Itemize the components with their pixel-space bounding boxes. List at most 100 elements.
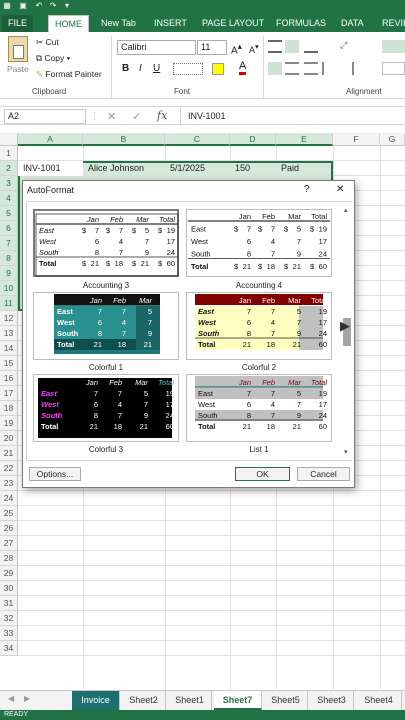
row-header[interactable]: 14: [0, 341, 18, 356]
row-header[interactable]: 12: [0, 311, 18, 326]
underline-button[interactable]: U: [153, 63, 160, 74]
font-name-select[interactable]: Calibri: [117, 40, 196, 55]
column-header-e[interactable]: E: [276, 133, 333, 146]
shrink-font-icon[interactable]: A▾: [249, 42, 259, 55]
tab-data[interactable]: DATA: [335, 15, 370, 32]
align-center-icon[interactable]: [285, 62, 299, 75]
sheet-tab-sheet1[interactable]: Sheet1: [168, 691, 212, 710]
tab-new-tab[interactable]: New Tab: [95, 15, 142, 32]
row-header[interactable]: 22: [0, 461, 18, 476]
row-header[interactable]: 1: [0, 146, 18, 161]
insert-function-icon[interactable]: fx: [157, 109, 167, 122]
row-header[interactable]: 32: [0, 611, 18, 626]
cell-d2[interactable]: 150: [230, 161, 276, 176]
tab-review[interactable]: REVIEW: [376, 15, 405, 32]
format-colorful-2[interactable]: Jan Feb Mar Total East 7 7 5 19 West 6 4 7 17 South 8 7 9…: [186, 292, 332, 360]
format-colorful-3[interactable]: Jan Feb Mar Total East 7 7 5 19 West 6 4 7 17 South 8 7 9…: [33, 374, 179, 442]
cell-e2[interactable]: Paid: [276, 161, 333, 176]
sheet-tab-sheet4[interactable]: Sheet4: [356, 691, 402, 710]
tab-insert[interactable]: INSERT: [148, 15, 193, 32]
bold-button[interactable]: B: [122, 63, 129, 74]
row-header[interactable]: 18: [0, 401, 18, 416]
row-header[interactable]: 5: [0, 206, 18, 221]
sheet-tab-sheet5[interactable]: Sheet5: [264, 691, 308, 710]
row-header[interactable]: 17: [0, 386, 18, 401]
sheet-tab-sheet7[interactable]: Sheet7: [214, 691, 262, 710]
tab-page-layout[interactable]: PAGE LAYOUT: [196, 15, 270, 32]
help-icon[interactable]: ?: [304, 184, 310, 195]
wrap-text-icon[interactable]: [382, 40, 405, 53]
paste-icon[interactable]: [8, 36, 28, 62]
row-header[interactable]: 4: [0, 191, 18, 206]
merge-center-icon[interactable]: [382, 62, 405, 75]
formula-input[interactable]: INV-1001: [188, 111, 226, 121]
font-color-icon[interactable]: A: [239, 61, 247, 75]
grow-font-icon[interactable]: A▴: [231, 41, 242, 56]
cell-c2[interactable]: 5/1/2025: [165, 161, 230, 176]
cancel-icon[interactable]: ✕: [107, 110, 116, 123]
row-header[interactable]: 23: [0, 476, 18, 491]
select-all-corner[interactable]: [0, 133, 18, 146]
format-colorful-1[interactable]: Jan Feb Mar Total East 7 7 5 19 West 6 4 7 17 South 8 7 9…: [33, 292, 179, 360]
row-header[interactable]: 6: [0, 221, 18, 236]
row-header[interactable]: 31: [0, 596, 18, 611]
customize-toolbar-icon[interactable]: ▾: [62, 1, 72, 11]
undo-icon[interactable]: ↶: [34, 1, 44, 11]
row-header[interactable]: 15: [0, 356, 18, 371]
row-header[interactable]: 25: [0, 506, 18, 521]
close-icon[interactable]: ✕: [336, 184, 344, 195]
align-right-icon[interactable]: [304, 62, 318, 75]
format-accounting-3[interactable]: Jan Feb Mar Total East 7 $7 $5 $19 $ West 6 4 7 17 Sout…: [33, 209, 179, 277]
cut-button[interactable]: ✂ Cut: [36, 37, 59, 48]
cancel-button[interactable]: Cancel: [297, 467, 350, 481]
row-header[interactable]: 33: [0, 626, 18, 641]
paste-button[interactable]: Paste: [7, 64, 29, 74]
sheet-tab-sheet3[interactable]: Sheet3: [310, 691, 354, 710]
font-size-select[interactable]: 11: [197, 40, 227, 55]
sheet-prev-icon[interactable]: ◀: [8, 694, 14, 703]
format-accounting-4[interactable]: Jan Feb Mar Total East 7 $7 $5 $19 $ West 6 4 7 17 Sout…: [186, 209, 332, 277]
middle-align-icon[interactable]: [285, 40, 299, 53]
align-left-icon[interactable]: [268, 62, 282, 75]
scroll-up-icon[interactable]: ▴: [344, 206, 348, 214]
increase-indent-icon[interactable]: [340, 62, 354, 75]
format-painter-button[interactable]: ✎ Format Painter: [36, 69, 102, 80]
row-header[interactable]: 20: [0, 431, 18, 446]
copy-button[interactable]: ⧉ Copy ▾: [36, 53, 70, 64]
column-header-g[interactable]: G: [380, 133, 405, 146]
row-header[interactable]: 34: [0, 641, 18, 656]
tab-formulas[interactable]: FORMULAS: [270, 15, 332, 32]
name-box[interactable]: A2: [4, 109, 86, 124]
fill-color-icon[interactable]: [212, 63, 224, 75]
column-header-d[interactable]: D: [230, 133, 276, 146]
redo-icon[interactable]: ↷: [48, 1, 58, 11]
save-icon[interactable]: ▣: [18, 1, 28, 11]
cell-a2[interactable]: INV-1001: [18, 161, 83, 176]
top-align-icon[interactable]: [268, 40, 282, 53]
decrease-indent-icon[interactable]: [322, 62, 336, 75]
row-header[interactable]: 10: [0, 281, 18, 296]
scroll-down-icon[interactable]: ▾: [344, 448, 348, 456]
row-header[interactable]: 28: [0, 551, 18, 566]
row-header[interactable]: 2: [0, 161, 18, 176]
row-header[interactable]: 11: [0, 296, 18, 311]
enter-icon[interactable]: ✓: [132, 110, 141, 123]
row-header[interactable]: 29: [0, 566, 18, 581]
ok-button[interactable]: OK: [235, 467, 290, 481]
sheet-tab-invoice[interactable]: Invoice: [72, 691, 120, 710]
tab-file[interactable]: FILE: [2, 15, 34, 32]
column-header-c[interactable]: C: [165, 133, 230, 146]
cell-b2[interactable]: Alice Johnson: [83, 161, 165, 176]
row-header[interactable]: 19: [0, 416, 18, 431]
row-header[interactable]: 21: [0, 446, 18, 461]
sheet-next-icon[interactable]: ▶: [24, 694, 30, 703]
row-header[interactable]: 9: [0, 266, 18, 281]
column-header-f[interactable]: F: [333, 133, 380, 146]
row-header[interactable]: 30: [0, 581, 18, 596]
row-header[interactable]: 7: [0, 236, 18, 251]
row-header[interactable]: 16: [0, 371, 18, 386]
row-header[interactable]: 3: [0, 176, 18, 191]
column-header-a[interactable]: A: [18, 133, 83, 146]
row-header[interactable]: 27: [0, 536, 18, 551]
bottom-align-icon[interactable]: [304, 40, 318, 53]
